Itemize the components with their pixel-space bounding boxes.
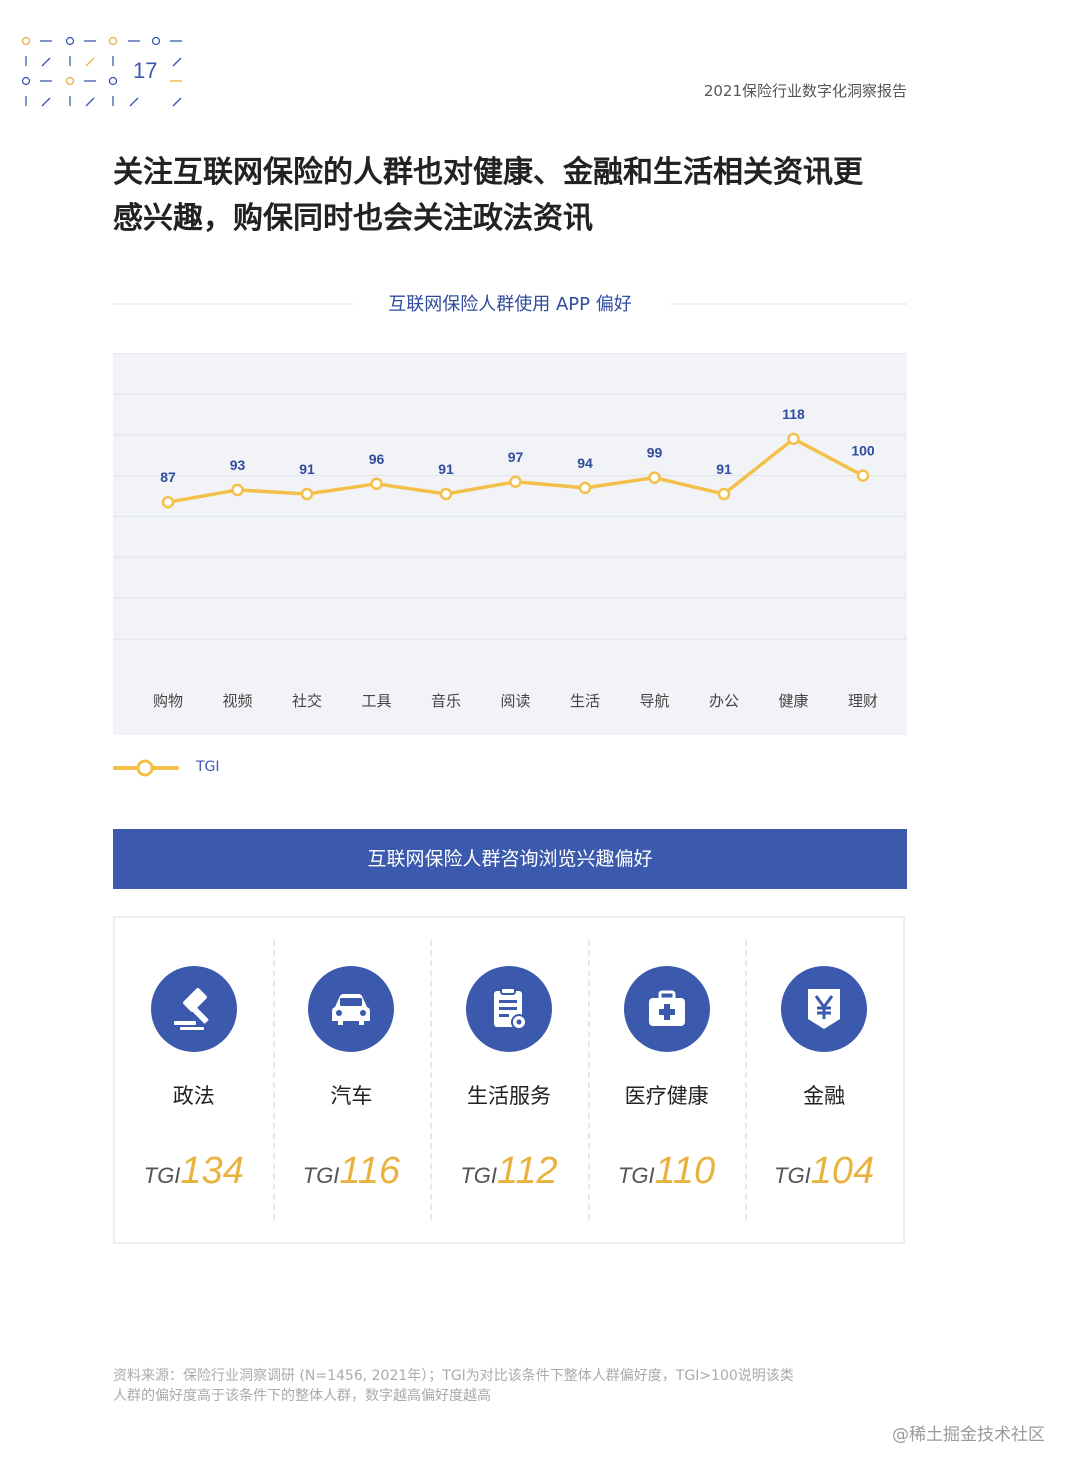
data-label: 91	[299, 461, 315, 477]
data-label: 91	[438, 461, 454, 477]
headline-line-2: 感兴趣，购保同时也会关注政法资讯	[113, 201, 593, 236]
data-point	[439, 487, 453, 501]
tgi-prefix: TGI	[302, 1163, 340, 1188]
x-tick-label: 购物	[153, 692, 183, 710]
interest-icon-badge	[308, 966, 395, 1052]
x-tick-label: 阅读	[500, 692, 530, 710]
interest-name: 汽车	[330, 1084, 373, 1108]
data-point	[300, 487, 314, 501]
yuan-icon	[808, 989, 841, 1029]
interest-name: 政法	[172, 1084, 215, 1108]
data-label: 100	[851, 443, 875, 459]
tgi-value: 110	[654, 1150, 716, 1192]
data-point	[856, 469, 870, 482]
data-point	[787, 432, 800, 446]
watermark: @稀土掘金技术社区	[892, 1425, 1045, 1445]
report-title: 2021保险行业数字化洞察报告	[703, 82, 907, 100]
interest-tgi: TGI110	[588, 1150, 746, 1193]
interest-tgi: TGI134	[115, 1150, 273, 1193]
interest-tgi: TGI116	[273, 1150, 431, 1193]
data-label: 99	[647, 445, 663, 461]
x-tick-label: 工具	[361, 692, 391, 710]
x-tick-label: 社交	[292, 692, 322, 710]
x-tick-label: 视频	[222, 692, 252, 710]
tgi-value: 134	[180, 1150, 244, 1192]
tgi-prefix: TGI	[617, 1163, 655, 1188]
data-label: 96	[369, 451, 385, 467]
interest-tgi: TGI112	[430, 1150, 588, 1193]
tgi-value: 116	[339, 1150, 401, 1192]
data-point	[231, 483, 244, 497]
x-tick-label: 健康	[778, 692, 808, 710]
footnote-line-2: 人群的偏好度高于该条件下的整体人群，数字越高偏好度越高	[113, 1388, 491, 1404]
app-preference-line-chart: 87 93 91 96 91 97 94 99 91 118 100 购物 视频 社交 工具 音乐 阅读 生活 导航…	[113, 353, 907, 735]
footnote-line-1: 资料来源：保险行业洞察调研 (N=1456, 2021年）；TGI为对比该条件下…	[113, 1368, 794, 1384]
data-point	[648, 471, 661, 484]
legend-label: TGI	[196, 759, 220, 775]
tgi-prefix: TGI	[460, 1163, 498, 1188]
interest-section-banner: 互联网保险人群咨询浏览兴趣偏好	[113, 829, 907, 889]
chart-title: 互联网保险人群使用 APP 偏好	[388, 294, 632, 315]
interest-cards: 政法 TGI134 汽车 TGI116 生活服务 TGI112 医疗健康 TGI…	[113, 916, 905, 1244]
interest-card-politics-law: 政法 TGI134	[115, 918, 273, 1242]
interest-card-finance: 金融 TGI104	[745, 918, 903, 1242]
interest-icon-badge	[623, 966, 710, 1052]
legend-line-icon	[113, 759, 179, 777]
clipboard-icon	[493, 987, 527, 1030]
data-label: 91	[716, 461, 732, 477]
chart-heading: 互联网保险人群使用 APP 偏好	[113, 290, 907, 320]
x-tick-label: 音乐	[431, 692, 461, 710]
interest-tgi: TGI104	[745, 1150, 903, 1193]
data-label: 97	[508, 449, 524, 465]
data-label: 87	[160, 469, 176, 485]
headline-line-1: 关注互联网保险的人群也对健康、金融和生活相关资讯更	[113, 155, 863, 190]
page-headline: 关注互联网保险的人群也对健康、金融和生活相关资讯更 感兴趣，购保同时也会关注政法…	[113, 150, 933, 242]
page-number: 17	[133, 58, 158, 83]
data-point	[161, 495, 175, 509]
data-point	[578, 481, 592, 495]
data-point	[717, 487, 731, 501]
x-tick-label: 办公	[709, 692, 739, 710]
interest-name: 生活服务	[466, 1084, 551, 1108]
interest-card-life-services: 生活服务 TGI112	[430, 918, 588, 1242]
data-point	[509, 475, 522, 489]
chart-legend: TGI	[113, 755, 313, 781]
interest-icon-badge	[465, 966, 552, 1052]
x-tick-label: 理财	[848, 692, 878, 710]
x-tick-label: 导航	[639, 692, 669, 710]
tgi-prefix: TGI	[774, 1163, 811, 1188]
tgi-prefix: TGI	[143, 1163, 181, 1188]
decorative-pattern-icon	[21, 36, 182, 107]
interest-card-auto: 汽车 TGI116	[272, 918, 431, 1242]
data-point	[370, 477, 383, 491]
medical-kit-icon	[648, 990, 685, 1026]
data-label: 94	[577, 455, 593, 471]
interest-name: 医疗健康	[624, 1084, 709, 1108]
source-footnote: 资料来源：保险行业洞察调研 (N=1456, 2021年）；TGI为对比该条件下…	[113, 1366, 873, 1406]
data-label: 93	[230, 457, 246, 473]
interest-card-healthcare: 医疗健康 TGI110	[587, 918, 746, 1242]
interest-icon-badge	[150, 966, 237, 1052]
tgi-value: 112	[497, 1150, 558, 1192]
data-label: 118	[782, 406, 805, 422]
interest-name: 金融	[803, 1084, 846, 1108]
tgi-value: 104	[810, 1150, 875, 1192]
x-tick-label: 生活	[570, 692, 600, 710]
interest-icon-badge	[781, 966, 868, 1052]
gavel-icon	[173, 988, 209, 1030]
car-icon	[332, 994, 371, 1025]
